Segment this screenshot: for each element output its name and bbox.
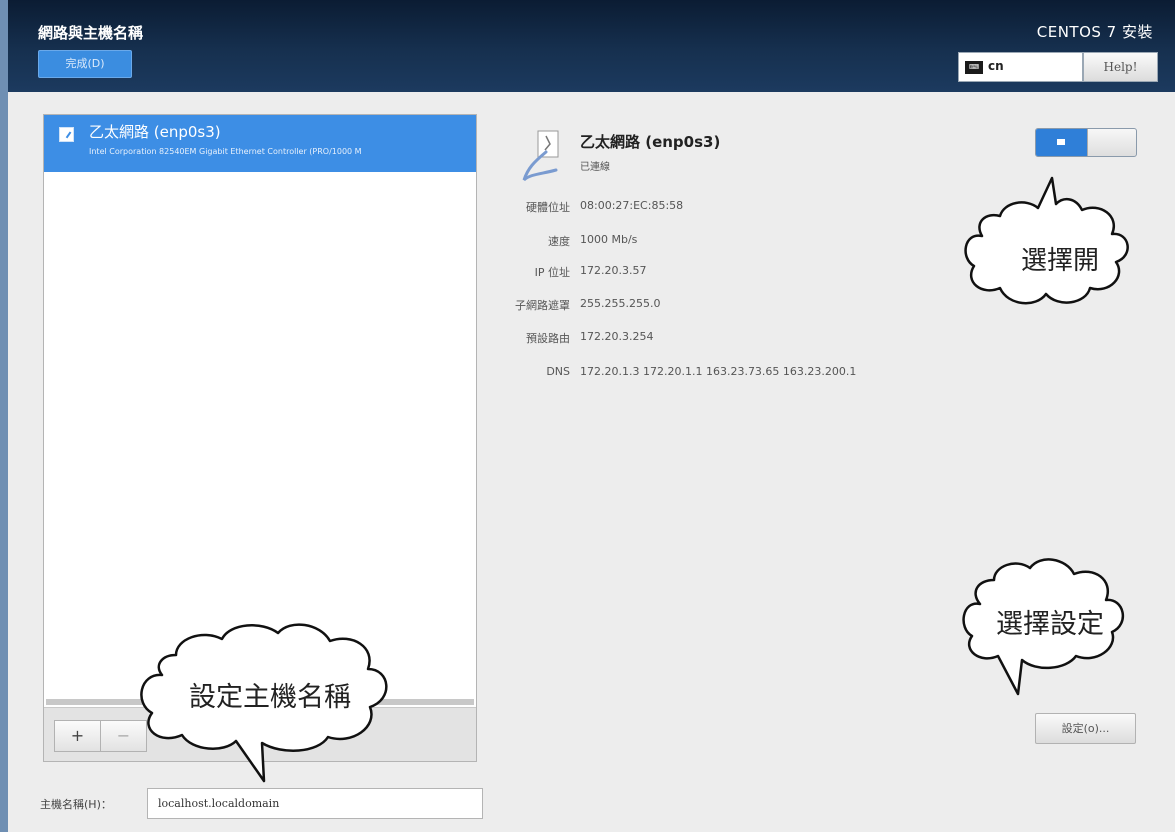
default-route-value: 172.20.3.254 [580,330,654,343]
default-route-label: 預設路由 [526,332,570,345]
page-title: 網路與主機名稱 [38,24,144,42]
speed-value: 1000 Mb/s [580,233,638,246]
configure-button[interactable]: 設定(o)... [1035,713,1136,744]
device-item-enp0s3[interactable]: 乙太網路 (enp0s3) Intel Corporation 82540EM … [44,115,476,172]
dns-label: DNS [546,365,570,378]
device-description: Intel Corporation 82540EM Gigabit Ethern… [89,147,362,156]
ip-address-label: IP 位址 [534,266,570,279]
speed-label: 速度 [548,235,570,248]
callout-hostname-text: 設定主機名稱 [189,682,351,713]
ethernet-device-icon [522,130,559,182]
subnet-mask-value: 255.255.255.0 [580,297,661,310]
keyboard-layout-label: cn [988,59,1004,73]
dns-value: 172.20.1.3 172.20.1.1 163.23.73.65 163.2… [580,365,857,378]
hardware-address-label: 硬體位址 [526,201,570,214]
keyboard-layout-indicator[interactable]: ⌨ cn [958,52,1083,82]
network-device-icon [59,127,74,142]
window-edge [0,0,8,832]
done-button[interactable]: 完成(D) [38,50,132,78]
hardware-address-value: 08:00:27:EC:85:58 [580,199,684,212]
toggle-knob [1087,129,1136,156]
hostname-input[interactable]: localhost.localdomain [147,788,483,819]
device-on-off-toggle[interactable] [1035,128,1137,157]
toggle-on-indicator [1036,129,1087,156]
device-name: 乙太網路 (enp0s3) [89,123,221,141]
subnet-mask-label: 子網路遮罩 [515,299,570,312]
add-device-button[interactable]: + [54,720,101,752]
connection-status: 已連線 [580,162,610,173]
hostname-label: 主機名稱(H)： [40,798,112,811]
keyboard-icon: ⌨ [965,61,983,74]
device-detail-title: 乙太網路 (enp0s3) [580,133,721,151]
install-title: CENTOS 7 安裝 [1036,23,1153,41]
callout-configure-text: 選擇設定 [996,609,1104,640]
callout-toggle-text: 選擇開 [1020,246,1099,276]
help-button[interactable]: Help! [1083,52,1158,82]
ip-address-value: 172.20.3.57 [580,264,647,277]
